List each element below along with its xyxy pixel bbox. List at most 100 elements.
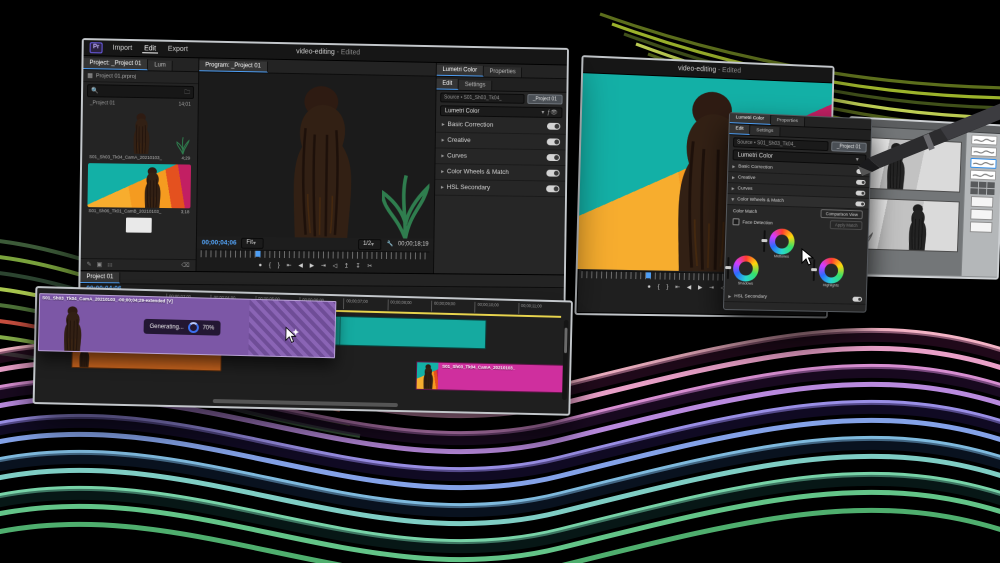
tab-properties[interactable]: Properties	[771, 116, 805, 126]
folder-icon[interactable]: 🗀	[184, 87, 190, 97]
extract-button[interactable]: ↧	[356, 263, 361, 270]
generating-badge: Generating... 70%	[144, 319, 221, 336]
marker-button[interactable]: ●	[259, 262, 263, 268]
midtones-wheel[interactable]: Midtones	[769, 228, 795, 258]
preset-dropdown[interactable]: Lumetri Color ▾ ƒ 👁	[440, 105, 562, 118]
pen-tool-icon[interactable]: ✎	[87, 261, 92, 268]
project-panel: Project: _Project 01 Lum ▦ Project 01.pr…	[81, 56, 200, 271]
settings-wrench-icon[interactable]: 🔧	[387, 241, 394, 247]
section-toggle[interactable]	[856, 168, 866, 173]
trash-icon[interactable]: ⌫	[181, 262, 189, 269]
step-back-button[interactable]: ◀	[687, 284, 692, 291]
subtab-edit[interactable]: Edit	[729, 124, 750, 135]
selected-bin-card[interactable]	[126, 218, 152, 233]
tab-lumetri-scopes[interactable]: Lum	[148, 60, 173, 70]
subtab-settings[interactable]: Settings	[750, 126, 780, 136]
section-hsl-secondary[interactable]: ▸ HSL Secondary	[435, 180, 565, 197]
stroke-style-item[interactable]	[971, 135, 997, 146]
section-toggle[interactable]	[852, 296, 862, 301]
midtones-slider[interactable]	[763, 230, 766, 252]
section-curves[interactable]: ▸ Curves	[435, 148, 565, 166]
lift-button[interactable]: ↥	[344, 263, 349, 270]
mark-in-button[interactable]: {	[269, 262, 271, 268]
chevron-right-icon: ▸	[441, 184, 444, 191]
step-back-button[interactable]: ◀	[298, 262, 303, 269]
timeline-clip-pink[interactable]: S01_Sh03_Tk04_CamA_20210103_	[416, 361, 564, 393]
section-toggle[interactable]	[546, 170, 559, 177]
tab-lumetri-color[interactable]: Lumetri Color	[730, 113, 771, 125]
clip-thumbnail[interactable]	[87, 163, 191, 208]
section-toggle[interactable]	[547, 123, 560, 130]
chevron-right-icon: ▸	[732, 174, 735, 181]
bin-icon[interactable]: ▣	[97, 261, 103, 268]
stroke-style-item[interactable]	[971, 146, 997, 157]
mark-out-button[interactable]: }	[278, 262, 280, 268]
marker-button[interactable]: ●	[647, 284, 651, 290]
export-frame-button[interactable]: ✂	[367, 263, 372, 270]
resolution-dropdown[interactable]: 1/2▾	[358, 239, 382, 250]
section-toggle[interactable]	[855, 201, 865, 206]
bin-name: _Project 01	[90, 100, 115, 106]
step-forward-button[interactable]: ⇥	[709, 284, 714, 291]
section-toggle[interactable]	[856, 179, 866, 184]
face-detection-checkbox[interactable]	[732, 218, 739, 225]
subtab-edit[interactable]: Edit	[436, 79, 459, 90]
tab-properties[interactable]: Properties	[484, 67, 523, 78]
step-forward-button[interactable]: ⇥	[321, 262, 326, 269]
play-button[interactable]: ▶	[310, 262, 315, 269]
thumbnail-grid[interactable]	[970, 181, 995, 195]
tab-program[interactable]: Program: _Project 01	[199, 60, 268, 72]
apply-match-button[interactable]: Apply Match	[830, 220, 862, 230]
brush-sidebar	[961, 132, 1000, 276]
automate-icon[interactable]: ⚏	[107, 261, 112, 268]
bin-meta: 14;01	[179, 102, 191, 108]
tab-project[interactable]: Project: _Project 01	[83, 58, 148, 70]
chevron-down-icon: ▾	[731, 196, 734, 203]
subtab-settings[interactable]: Settings	[459, 80, 492, 90]
play-button[interactable]: ▶	[698, 284, 703, 291]
section-color-wheels[interactable]: ▸ Color Wheels & Match	[435, 164, 565, 182]
search-input[interactable]: 🔍 🗀	[87, 84, 194, 99]
horizontal-scrollbar[interactable]	[213, 399, 398, 407]
swatch[interactable]	[970, 221, 993, 232]
shadows-wheel[interactable]: Shadows	[733, 255, 759, 286]
chevron-down-icon: ▾	[541, 109, 544, 116]
preset-label: Lumetri Color	[445, 108, 542, 116]
vertical-scrollbar[interactable]	[562, 320, 569, 400]
shadows-slider[interactable]	[727, 257, 730, 279]
swatch[interactable]	[971, 196, 994, 208]
premiere-logo[interactable]: Pr	[90, 42, 103, 53]
stroke-style-item[interactable]	[970, 170, 996, 181]
timeline-clip-generative[interactable]: S01_Sh03_Tk04_CamA_20210103_-00;00;04;29…	[38, 293, 337, 358]
target-sequence-chip[interactable]: _Project 01	[527, 94, 563, 104]
section-toggle[interactable]	[546, 185, 559, 192]
section-toggle[interactable]	[547, 154, 560, 161]
loop-button[interactable]: ◁	[333, 262, 338, 269]
tab-sequence[interactable]: Project 01	[80, 272, 120, 283]
target-sequence-chip[interactable]: _Project 01	[831, 141, 867, 152]
menu-export[interactable]: Export	[166, 46, 190, 53]
mark-in-button[interactable]: {	[658, 284, 660, 290]
tab-lumetri-color[interactable]: Lumetri Color	[437, 65, 484, 77]
section-toggle[interactable]	[547, 138, 560, 145]
section-toggle[interactable]	[856, 190, 866, 195]
mark-out-button[interactable]: }	[666, 284, 668, 290]
highlights-slider[interactable]	[813, 259, 816, 281]
menu-import[interactable]: Import	[110, 45, 134, 52]
clip-extended-region[interactable]	[339, 317, 485, 348]
clip-duration: 3;18	[181, 209, 190, 214]
preset-label: Lumetri Color	[738, 152, 856, 163]
grid-view-icon[interactable]: ▦	[87, 72, 93, 79]
swatch[interactable]	[970, 209, 993, 221]
go-start-button[interactable]: ⇤	[675, 284, 680, 291]
eye-icon[interactable]: 👁	[550, 109, 557, 116]
clip-thumbnail[interactable]	[88, 109, 192, 155]
stroke-style-item-selected[interactable]	[970, 158, 996, 169]
comparison-view-button[interactable]: Comparison View	[821, 209, 863, 219]
fit-dropdown[interactable]: Fit▾	[241, 237, 263, 248]
go-start-button[interactable]: ⇤	[287, 262, 292, 269]
menu-edit[interactable]: Edit	[142, 45, 158, 53]
playhead[interactable]	[646, 272, 651, 278]
playhead[interactable]	[256, 251, 261, 257]
highlights-wheel[interactable]: Highlights	[818, 257, 844, 287]
